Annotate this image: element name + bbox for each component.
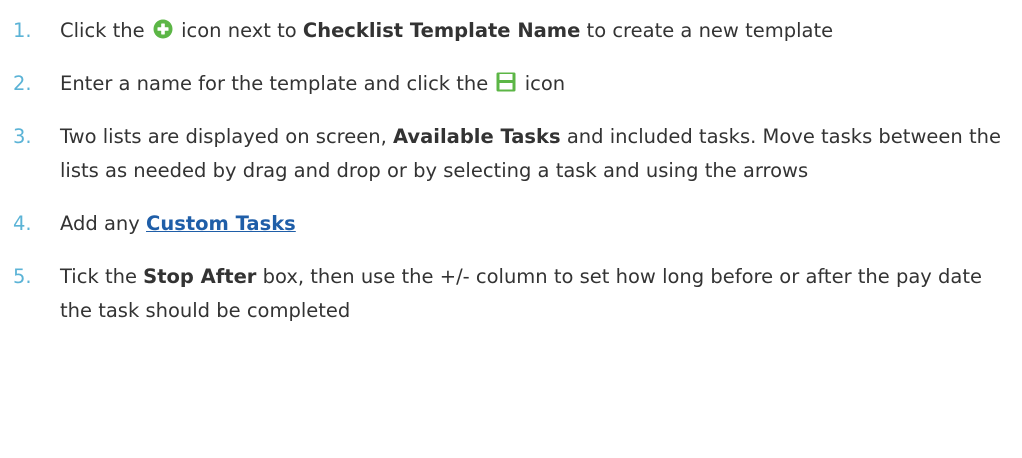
save-icon	[496, 72, 516, 92]
step-text: Add any Custom Tasks	[60, 212, 296, 235]
available-tasks-label: Available Tasks	[393, 125, 561, 148]
step-text: Two lists are displayed on screen, Avail…	[60, 125, 1001, 182]
instruction-steps: 1. Click the icon next to Checklist Temp…	[0, 0, 1022, 328]
step-4: 4. Add any Custom Tasks	[0, 207, 1022, 241]
step-text: Click the icon next to Checklist Templat…	[60, 19, 834, 42]
step-1: 1. Click the icon next to Checklist Temp…	[0, 14, 1022, 48]
step-5: 5. Tick the Stop After box, then use the…	[0, 260, 1022, 328]
checklist-template-name-label: Checklist Template Name	[302, 19, 581, 42]
step-number: 3.	[13, 125, 32, 148]
step-number: 2.	[13, 72, 32, 95]
step-text: Tick the Stop After box, then use the +/…	[60, 265, 983, 322]
plus-circle-icon	[153, 19, 173, 39]
step-2: 2. Enter a name for the template and cli…	[0, 67, 1022, 101]
step-number: 4.	[13, 212, 32, 235]
step-text: Enter a name for the template and click …	[60, 72, 566, 95]
step-number: 1.	[13, 19, 32, 42]
step-3: 3. Two lists are displayed on screen, Av…	[0, 120, 1022, 188]
step-number: 5.	[13, 265, 32, 288]
custom-tasks-link[interactable]: Custom Tasks	[146, 212, 296, 235]
stop-after-label: Stop After	[143, 265, 257, 288]
